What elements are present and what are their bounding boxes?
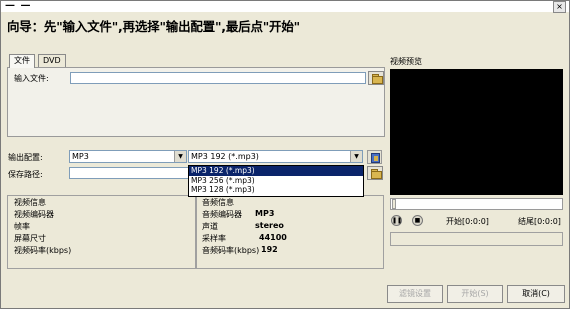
window-title: — — (5, 0, 32, 11)
video-preview-area (390, 69, 563, 195)
browse-save-button[interactable] (367, 166, 383, 180)
screen-size-label: 屏幕尺寸 (14, 234, 46, 243)
close-button[interactable]: × (553, 1, 566, 13)
format-select[interactable]: MP3 ▼ (69, 150, 187, 163)
input-file-field[interactable] (70, 72, 366, 84)
dropdown-option[interactable]: MP3 256 (*.mp3) (189, 176, 363, 186)
stop-button[interactable]: ■ (412, 215, 423, 226)
pause-icon: ❚❚ (392, 217, 403, 224)
audio-codec-value: MP3 (255, 209, 275, 218)
tab-dvd[interactable]: DVD (38, 54, 66, 67)
input-file-label: 输入文件: (14, 74, 49, 83)
preview-status-bar (390, 232, 563, 246)
profile-select[interactable]: MP3 192 (*.mp3) ▼ (188, 150, 363, 163)
channels-label: 声道 (202, 222, 218, 231)
filter-settings-button[interactable]: 滤镜设置 (387, 285, 443, 303)
pause-button[interactable]: ❚❚ (391, 215, 402, 226)
format-select-value: MP3 (72, 152, 89, 161)
dropdown-option[interactable]: MP3 192 (*.mp3) (189, 166, 363, 176)
audio-codec-label: 音频编码器 (202, 210, 242, 219)
tab-file[interactable]: 文件 (9, 54, 35, 68)
end-time-label: 结尾[0:0:0] (518, 217, 561, 226)
file-tab-panel: 输入文件: (7, 67, 385, 137)
seek-slider-thumb[interactable] (392, 199, 396, 209)
chevron-down-icon[interactable]: ▼ (174, 151, 186, 162)
title-bar: — — × (1, 0, 569, 13)
audio-info-title: 音频信息 (202, 198, 234, 207)
audio-bitrate-label: 音频码率(kbps) (202, 246, 260, 255)
dropdown-option[interactable]: MP3 128 (*.mp3) (189, 185, 363, 195)
video-info-title: 视频信息 (14, 198, 46, 207)
start-time-label: 开始[0:0:0] (446, 217, 489, 226)
browse-input-button[interactable] (368, 71, 384, 85)
sample-rate-value: 44100 (259, 233, 287, 242)
profile-select-value: MP3 192 (*.mp3) (191, 152, 259, 161)
start-button[interactable]: 开始(S) (447, 285, 503, 303)
converter-window: — — × 向导：先"输入文件",再选择"输出配置",最后点"开始" 文件 DV… (0, 0, 570, 309)
profile-settings-button[interactable] (367, 150, 382, 164)
frame-rate-label: 帧率 (14, 222, 30, 231)
profile-dropdown-list: MP3 192 (*.mp3) MP3 256 (*.mp3) MP3 128 … (188, 165, 364, 197)
cancel-button[interactable]: 取消(C) (507, 285, 565, 303)
video-bitrate-label: 视频码率(kbps) (14, 246, 72, 255)
sample-rate-label: 采样率 (202, 234, 226, 243)
video-preview-label: 视频预览 (390, 57, 422, 66)
stop-icon: ■ (414, 217, 421, 224)
seek-slider[interactable] (390, 198, 563, 210)
video-codec-label: 视频编码器 (14, 210, 54, 219)
channels-value: stereo (255, 221, 284, 230)
output-config-label: 输出配置: (8, 153, 43, 162)
audio-bitrate-value: 192 (261, 245, 278, 254)
chevron-down-icon[interactable]: ▼ (350, 151, 362, 162)
save-path-label: 保存路径: (8, 170, 43, 179)
wizard-instructions: 向导：先"输入文件",再选择"输出配置",最后点"开始" (7, 19, 300, 34)
